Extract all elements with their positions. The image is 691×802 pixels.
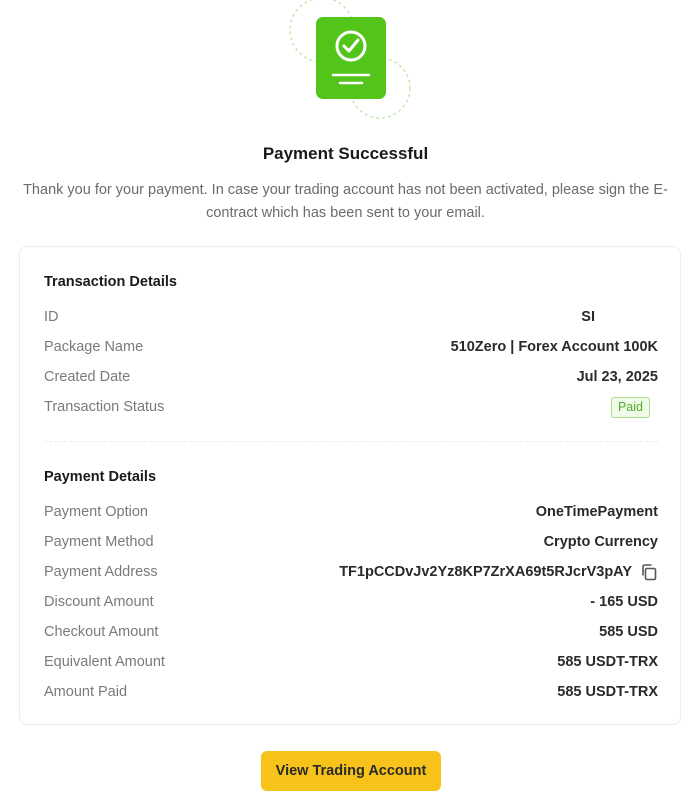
section-divider [44, 441, 658, 442]
equivalent-amount-value: 585 USDT-TRX [557, 654, 658, 670]
checkout-amount-value: 585 USD [599, 624, 658, 640]
transaction-status-label: Transaction Status [44, 399, 165, 415]
success-message: Thank you for your payment. In case your… [23, 182, 668, 221]
discount-amount-label: Discount Amount [44, 594, 154, 610]
created-date-label: Created Date [44, 369, 131, 385]
package-name-value: 510Zero | Forex Account 100K [450, 339, 658, 355]
payment-option-row: Payment Option OneTimePayment [44, 501, 658, 523]
payment-method-value: Crypto Currency [543, 534, 658, 550]
details-card: Transaction Details ID SI Package Name 5… [19, 246, 681, 725]
discount-amount-row: Discount Amount - 165 USD [44, 591, 658, 613]
payment-address-label: Payment Address [44, 564, 158, 580]
transaction-id-row: ID SI [44, 306, 658, 328]
copy-icon[interactable] [640, 563, 658, 581]
discount-amount-value: - 165 USD [590, 594, 658, 610]
checkout-amount-row: Checkout Amount 585 USD [44, 621, 658, 643]
view-trading-account-button[interactable]: View Trading Account [261, 751, 441, 791]
payment-address-value[interactable]: TF1pCCDvJv2Yz8KP7ZrXA69t5RJcrV3pAY [339, 564, 632, 580]
equivalent-amount-row: Equivalent Amount 585 USDT-TRX [44, 651, 658, 673]
created-date-value: Jul 23, 2025 [576, 369, 658, 385]
transaction-id-label: ID [44, 309, 59, 325]
amount-paid-value: 585 USDT-TRX [557, 684, 658, 700]
payment-option-label: Payment Option [44, 504, 148, 520]
payment-address-row: Payment Address TF1pCCDvJv2Yz8KP7ZrXA69t… [44, 561, 658, 583]
package-name-label: Package Name [44, 339, 144, 355]
created-date-row: Created Date Jul 23, 2025 [44, 366, 658, 388]
payment-document-check-icon [316, 17, 386, 99]
payment-method-row: Payment Method Crypto Currency [44, 531, 658, 553]
payment-option-value: OneTimePayment [535, 504, 658, 520]
transaction-id-value: SI [581, 309, 595, 325]
status-badge: Paid [610, 396, 650, 418]
payment-address-group: TF1pCCDvJv2Yz8KP7ZrXA69t5RJcrV3pAY [339, 563, 658, 581]
amount-paid-row: Amount Paid 585 USDT-TRX [44, 681, 658, 703]
payment-success-illustration [289, 0, 411, 119]
package-name-row: Package Name 510Zero | Forex Account 100… [44, 336, 658, 358]
payment-method-label: Payment Method [44, 534, 154, 550]
transaction-details-heading: Transaction Details [44, 274, 177, 290]
page-title: Payment Successful [262, 144, 429, 163]
amount-paid-label: Amount Paid [44, 684, 128, 700]
transaction-status-row: Transaction Status Paid [44, 396, 658, 418]
equivalent-amount-label: Equivalent Amount [44, 654, 165, 670]
success-hero [0, 0, 691, 130]
payment-details-heading: Payment Details [44, 469, 157, 485]
checkout-amount-label: Checkout Amount [44, 624, 159, 640]
